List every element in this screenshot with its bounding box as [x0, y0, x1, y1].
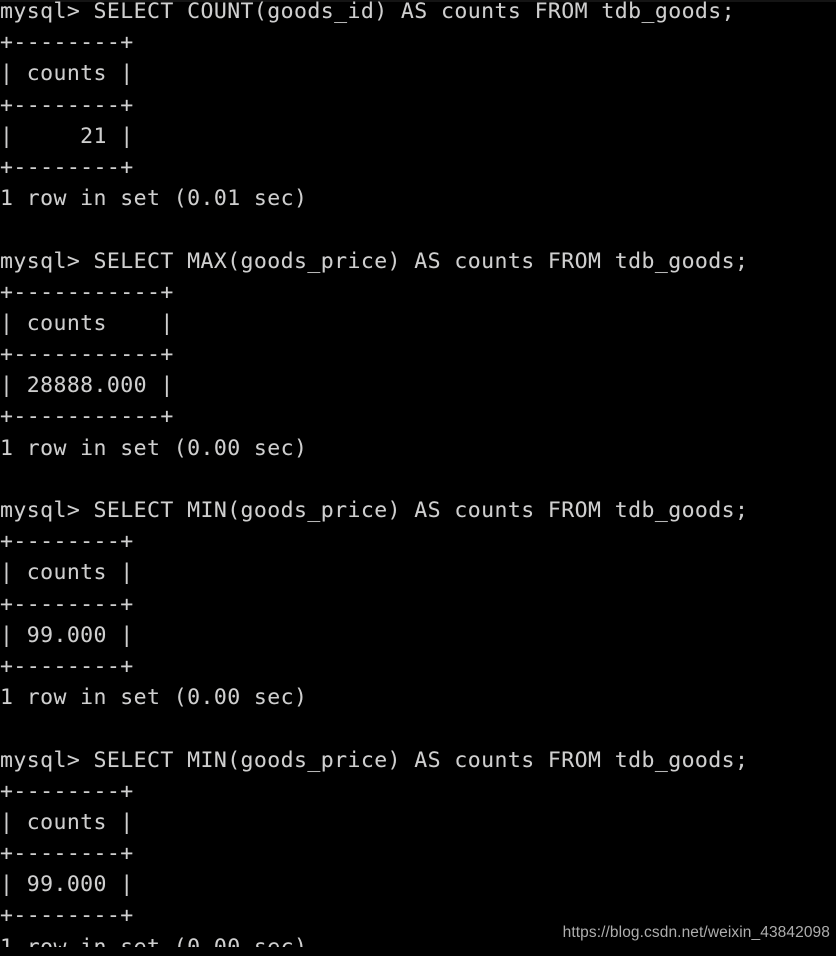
table-data-row: | 21 | — [0, 123, 134, 149]
table-bottom-rule: +--------+ — [0, 653, 134, 679]
result-status-line: 1 row in set (0.00 sec) — [0, 685, 308, 711]
table-data-row: | 99.000 | — [0, 622, 134, 648]
table-mid-rule: +--------+ — [0, 841, 134, 867]
command-line[interactable]: mysql> SELECT COUNT(goods_id) AS counts … — [0, 0, 836, 27]
table-data-row: | 28888.000 | — [0, 373, 174, 399]
table-mid-rule: +--------+ — [0, 591, 134, 617]
table-mid-rule: +--------+ — [0, 92, 134, 118]
query-block-count: mysql> SELECT COUNT(goods_id) AS counts … — [0, 0, 836, 246]
command-line[interactable]: mysql> SELECT MIN(goods_price) AS counts… — [0, 495, 836, 526]
watermark-url: https://blog.csdn.net/weixin_43842098 — [562, 924, 830, 941]
command-line[interactable]: mysql> SELECT MIN(goods_price) AS counts… — [0, 745, 836, 776]
mysql-terminal-window[interactable]: mysql> SELECT COUNT(goods_id) AS counts … — [0, 0, 836, 956]
table-data-row: | 99.000 | — [0, 872, 134, 898]
table-header-row: | counts | — [0, 61, 134, 87]
table-bottom-rule: +--------+ — [0, 154, 134, 180]
command-line[interactable]: mysql> SELECT MAX(goods_price) AS counts… — [0, 246, 836, 277]
table-header-row: | counts | — [0, 560, 134, 586]
table-top-rule: +--------+ — [0, 529, 134, 555]
console-output[interactable]: mysql> SELECT COUNT(goods_id) AS counts … — [0, 0, 836, 956]
table-top-rule: +--------+ — [0, 30, 134, 56]
query-block-max: mysql> SELECT MAX(goods_price) AS counts… — [0, 246, 836, 496]
query-block-min-first: mysql> SELECT MIN(goods_price) AS counts… — [0, 495, 836, 745]
table-top-rule: +--------+ — [0, 778, 134, 804]
window-bottom-edge — [0, 947, 836, 956]
table-mid-rule: +-----------+ — [0, 342, 174, 368]
result-status-line: 1 row in set (0.01 sec) — [0, 186, 308, 212]
table-header-row: | counts | — [0, 310, 174, 336]
table-header-row: | counts | — [0, 809, 134, 835]
table-bottom-rule: +-----------+ — [0, 404, 174, 430]
result-status-line: 1 row in set (0.00 sec) — [0, 435, 308, 461]
table-top-rule: +-----------+ — [0, 279, 174, 305]
